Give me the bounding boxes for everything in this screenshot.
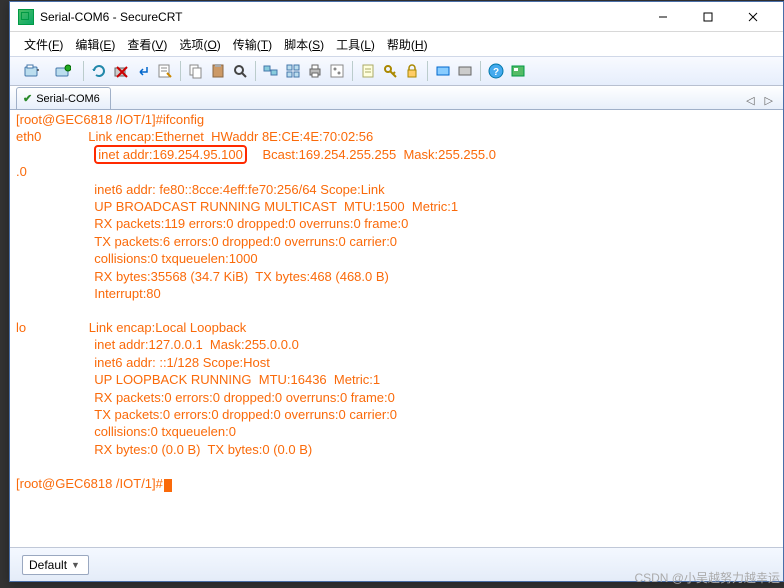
tool-securecrt-icon[interactable] — [508, 61, 528, 81]
close-button[interactable] — [730, 2, 775, 31]
tool-reconnect-icon[interactable] — [89, 61, 109, 81]
tool-properties-icon[interactable] — [155, 61, 175, 81]
tool-quick-connect-icon[interactable] — [16, 61, 46, 81]
app-icon — [18, 9, 34, 25]
status-profile-label: Default — [29, 558, 67, 572]
status-profile[interactable]: Default ▼ — [22, 555, 89, 575]
tool-lock-icon[interactable] — [402, 61, 422, 81]
tab-next-icon[interactable]: ▷ — [761, 94, 777, 107]
tool-hosts-icon[interactable] — [261, 61, 281, 81]
menubar: 文件(F) 编辑(E) 查看(V) 选项(O) 传输(T) 脚本(S) 工具(L… — [10, 32, 783, 56]
tool-enter-icon[interactable] — [133, 61, 153, 81]
menu-options[interactable]: 选项(O) — [173, 34, 226, 55]
tab-nav: ◁ ▷ — [742, 94, 777, 109]
toolbar-separator — [480, 61, 481, 81]
watermark: CSDN @小吴越努力越幸运 — [634, 569, 780, 586]
toolbar-separator — [255, 61, 256, 81]
tab-prev-icon[interactable]: ◁ — [742, 94, 758, 107]
tab-label: Serial-COM6 — [36, 93, 100, 105]
tool-sessions-icon[interactable] — [283, 61, 303, 81]
window-title: Serial-COM6 - SecureCRT — [40, 10, 182, 24]
cursor — [164, 479, 172, 492]
highlighted-ip: inet addr:169.254.95.100 — [94, 145, 247, 164]
tool-help-icon[interactable]: ? — [486, 61, 506, 81]
toolbar-separator — [83, 61, 84, 81]
tool-toggle2-icon[interactable] — [455, 61, 475, 81]
terminal-output[interactable]: [root@GEC6818 /IOT/1]#ifconfig eth0 Link… — [10, 110, 783, 540]
tool-paste-icon[interactable] — [208, 61, 228, 81]
menu-file[interactable]: 文件(F) — [18, 34, 69, 55]
svg-text:?: ? — [493, 67, 499, 78]
menu-tools[interactable]: 工具(L) — [330, 34, 381, 55]
toolbar-separator — [427, 61, 428, 81]
session-tab[interactable]: ✔ Serial-COM6 — [16, 87, 111, 109]
tool-find-icon[interactable] — [230, 61, 250, 81]
menu-view[interactable]: 查看(V) — [121, 34, 173, 55]
tool-key-icon[interactable] — [380, 61, 400, 81]
dropdown-icon: ▼ — [71, 560, 80, 570]
toolbar: ? — [10, 56, 783, 86]
minimize-button[interactable] — [640, 2, 685, 31]
tab-strip: ✔ Serial-COM6 ◁ ▷ — [10, 86, 783, 110]
tool-script-icon[interactable] — [358, 61, 378, 81]
window-buttons — [640, 2, 775, 31]
toolbar-separator — [352, 61, 353, 81]
tool-connect-icon[interactable] — [48, 61, 78, 81]
connected-icon: ✔ — [23, 92, 32, 105]
tool-disconnect-icon[interactable] — [111, 61, 131, 81]
tool-toggle1-icon[interactable] — [433, 61, 453, 81]
app-window: Serial-COM6 - SecureCRT 文件(F) 编辑(E) 查看(V… — [9, 1, 784, 582]
menu-transfer[interactable]: 传输(T) — [227, 34, 278, 55]
maximize-button[interactable] — [685, 2, 730, 31]
titlebar[interactable]: Serial-COM6 - SecureCRT — [10, 2, 783, 32]
tool-print-icon[interactable] — [305, 61, 325, 81]
tool-options-icon[interactable] — [327, 61, 347, 81]
toolbar-separator — [180, 61, 181, 81]
menu-help[interactable]: 帮助(H) — [381, 34, 434, 55]
tool-copy-icon[interactable] — [186, 61, 206, 81]
menu-edit[interactable]: 编辑(E) — [69, 34, 121, 55]
menu-script[interactable]: 脚本(S) — [278, 34, 330, 55]
